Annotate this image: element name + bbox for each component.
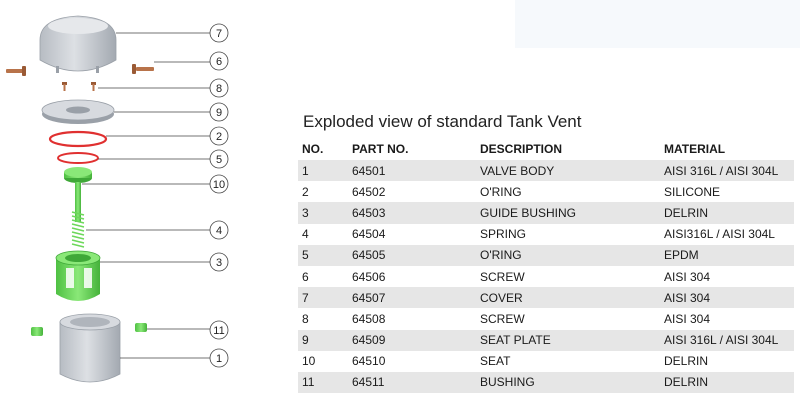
callout-8: 8	[98, 78, 229, 98]
table-row: 8 64508 SCREW AISI 304	[298, 308, 794, 330]
callout-1: 1	[120, 348, 229, 368]
callout-label-7: 7	[216, 28, 222, 40]
cell-description: SCREW	[476, 308, 660, 330]
callout-label-11: 11	[213, 325, 224, 337]
table-row: 1 64501 VALVE BODY AISI 316L / AISI 304L	[298, 160, 794, 182]
parts-table: NO. PART NO. DESCRIPTION MATERIAL 1 64501…	[298, 138, 794, 394]
callout-11: 11	[147, 320, 229, 340]
cell-description: O'RING	[476, 244, 660, 266]
cell-part-no: 64510	[348, 350, 476, 372]
cell-material: AISI 304	[660, 308, 794, 330]
cell-description: BUSHING	[476, 371, 660, 394]
callout-label-10: 10	[213, 179, 225, 191]
table-row: 2 64502 O'RING SILICONE	[298, 181, 794, 203]
cell-part-no: 64505	[348, 244, 476, 266]
page-title: Exploded view of standard Tank Vent	[303, 112, 582, 131]
table-row: 6 64506 SCREW AISI 304	[298, 265, 794, 288]
callout-label-2: 2	[216, 131, 222, 143]
cover-part	[39, 15, 117, 73]
cell-no: 7	[298, 287, 348, 309]
cell-description: GUIDE BUSHING	[476, 202, 660, 224]
callout-3: 3	[100, 252, 229, 272]
cell-material: AISI 304	[660, 265, 794, 288]
cell-description: SCREW	[476, 265, 660, 288]
cell-part-no: 64502	[348, 181, 476, 203]
table-row: 7 64507 COVER AISI 304	[298, 287, 794, 309]
cell-material: AISI 304	[660, 287, 794, 309]
header-band	[515, 0, 800, 48]
cell-part-no: 64504	[348, 223, 476, 245]
cell-part-no: 64509	[348, 329, 476, 351]
cell-description: COVER	[476, 287, 660, 309]
cell-part-no: 64503	[348, 202, 476, 224]
table-row: 5 64505 O'RING EPDM	[298, 244, 794, 266]
callout-2: 2	[106, 126, 229, 146]
cell-material: DELRIN	[660, 350, 794, 372]
cell-no: 4	[298, 223, 348, 245]
callout-label-8: 8	[216, 83, 222, 95]
callout-4: 4	[86, 220, 229, 240]
seat-plate-part	[41, 99, 115, 124]
cell-no: 1	[298, 160, 348, 182]
callout-9: 9	[114, 102, 229, 122]
cell-material: AISI316L / AISI 304L	[660, 223, 794, 245]
valve-body-part	[59, 313, 121, 383]
cell-description: SPRING	[476, 223, 660, 245]
cell-no: 9	[298, 329, 348, 351]
table-row: 3 64503 GUIDE BUSHING DELRIN	[298, 202, 794, 224]
callout-label-1: 1	[216, 353, 222, 365]
table-row: 9 64509 SEAT PLATE AISI 316L / AISI 304L	[298, 329, 794, 351]
cell-part-no: 64501	[348, 160, 476, 182]
callout-10: 10	[82, 174, 229, 194]
cell-material: DELRIN	[660, 371, 794, 394]
cell-description: VALVE BODY	[476, 160, 660, 182]
callout-7: 7	[116, 23, 229, 43]
table-row: 10 64510 SEAT DELRIN	[298, 350, 794, 372]
cell-material: DELRIN	[660, 202, 794, 224]
exploded-view-diagram: 7 6 8 9 2 5 10 4 3 11 1	[6, 15, 229, 383]
screw-part-8	[62, 82, 96, 91]
header-description: DESCRIPTION	[480, 142, 563, 156]
spring-part	[71, 211, 85, 248]
cell-part-no: 64511	[348, 371, 476, 394]
cell-no: 6	[298, 265, 348, 288]
cell-no: 8	[298, 308, 348, 330]
cell-no: 10	[298, 350, 348, 372]
cell-description: O'RING	[476, 181, 660, 203]
table-row: 11 64511 BUSHING DELRIN	[298, 371, 794, 394]
cell-material: AISI 316L / AISI 304L	[660, 160, 794, 182]
cell-part-no: 64507	[348, 287, 476, 309]
callout-5: 5	[98, 149, 229, 169]
cell-part-no: 64508	[348, 308, 476, 330]
cell-material: EPDM	[660, 244, 794, 266]
callout-label-4: 4	[216, 225, 222, 237]
guide-bushing-part	[55, 250, 101, 301]
header-part-no: PART NO.	[352, 142, 409, 156]
header-material: MATERIAL	[664, 142, 726, 156]
table-header-row: NO. PART NO. DESCRIPTION MATERIAL	[298, 138, 794, 160]
callout-label-9: 9	[216, 107, 222, 119]
cell-description: SEAT PLATE	[476, 329, 660, 351]
table-row: 4 64504 SPRING AISI316L / AISI 304L	[298, 223, 794, 245]
cell-no: 11	[298, 371, 348, 394]
callout-6: 6	[154, 51, 229, 71]
callout-label-6: 6	[216, 56, 222, 68]
callout-label-5: 5	[216, 154, 222, 166]
cell-part-no: 64506	[348, 265, 476, 288]
cell-no: 2	[298, 181, 348, 203]
cell-no: 3	[298, 202, 348, 224]
oring-small-part	[57, 152, 99, 164]
cell-no: 5	[298, 244, 348, 266]
cell-material: AISI 316L / AISI 304L	[660, 329, 794, 351]
header-no: NO.	[302, 142, 324, 156]
callout-label-3: 3	[216, 257, 222, 269]
cell-material: SILICONE	[660, 181, 794, 203]
cell-description: SEAT	[476, 350, 660, 372]
oring-large-part	[48, 130, 108, 148]
